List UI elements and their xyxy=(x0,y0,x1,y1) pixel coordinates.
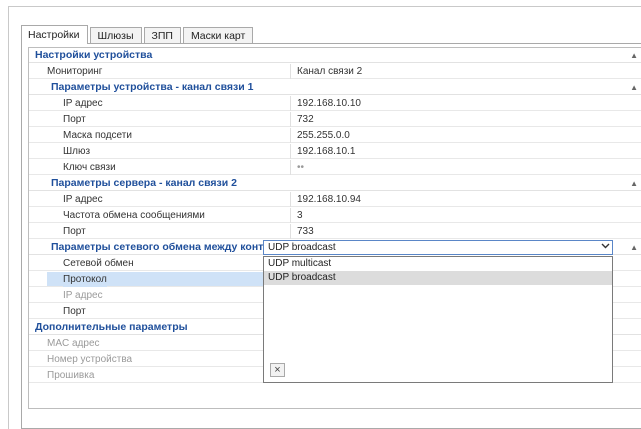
property-value[interactable]: 192.168.10.1 xyxy=(290,144,641,159)
tab-gateways[interactable]: Шлюзы xyxy=(89,27,142,44)
category-title: Параметры устройства - канал связи 1 xyxy=(51,81,254,93)
property-subnet-mask[interactable]: Маска подсети 255.255.0.0 xyxy=(29,128,641,143)
property-name: Протокол xyxy=(63,272,107,287)
property-ip[interactable]: IP адрес 192.168.10.10 xyxy=(29,96,641,111)
collapse-icon[interactable]: ▲ xyxy=(630,48,638,63)
property-name: Порт xyxy=(63,306,86,317)
property-exchange-frequency[interactable]: Частота обмена сообщениями 3 xyxy=(29,208,641,223)
property-name: Шлюз xyxy=(63,146,91,157)
property-value[interactable]: 732 xyxy=(290,112,641,127)
property-value[interactable]: 192.168.10.94 xyxy=(290,192,641,207)
category-device-settings[interactable]: Настройки устройства ▲ xyxy=(29,48,641,63)
category-title: Параметры сервера - канал связи 2 xyxy=(51,177,237,189)
property-name: MAC адрес xyxy=(47,338,100,349)
property-name: Ключ связи xyxy=(63,162,116,173)
protocol-dropdown-list: UDP multicast UDP broadcast × xyxy=(263,256,613,383)
property-value[interactable]: •• xyxy=(290,160,641,175)
dropdown-option-udp-multicast[interactable]: UDP multicast xyxy=(264,257,612,271)
tab-settings[interactable]: Настройки xyxy=(21,25,88,44)
dropdown-option-udp-broadcast[interactable]: UDP broadcast xyxy=(264,271,612,285)
property-port[interactable]: Порт 732 xyxy=(29,112,641,127)
property-server-ip[interactable]: IP адрес 192.168.10.94 xyxy=(29,192,641,207)
property-name: IP адрес xyxy=(63,290,103,301)
collapse-icon[interactable]: ▲ xyxy=(630,80,638,95)
collapse-icon[interactable]: ▲ xyxy=(630,176,638,191)
combobox-value: UDP broadcast xyxy=(268,242,336,253)
protocol-combobox[interactable]: UDP broadcast xyxy=(263,240,613,255)
close-icon[interactable]: × xyxy=(270,363,285,377)
property-name: IP адрес xyxy=(63,194,103,205)
tab-zpp[interactable]: ЗПП xyxy=(143,27,181,44)
property-value[interactable]: 192.168.10.10 xyxy=(290,96,641,111)
property-link-key[interactable]: Ключ связи •• xyxy=(29,160,641,175)
property-value[interactable]: 255.255.0.0 xyxy=(290,128,641,143)
property-value[interactable]: Канал связи 2 xyxy=(290,64,641,79)
property-value[interactable]: 3 xyxy=(290,208,641,223)
property-gateway[interactable]: Шлюз 192.168.10.1 xyxy=(29,144,641,159)
property-name: Маска подсети xyxy=(63,130,132,141)
category-title: Настройки устройства xyxy=(35,49,153,61)
tab-bar: Настройки Шлюзы ЗПП Маски карт xyxy=(21,25,255,44)
property-name: IP адрес xyxy=(63,98,103,109)
property-name: Сетевой обмен xyxy=(63,258,134,269)
property-monitoring[interactable]: Мониторинг Канал связи 2 xyxy=(29,64,641,79)
property-name: Порт xyxy=(63,226,86,237)
category-title: Дополнительные параметры xyxy=(35,321,188,333)
property-name: Частота обмена сообщениями xyxy=(63,210,205,221)
tab-card-masks[interactable]: Маски карт xyxy=(182,27,254,44)
property-name: Номер устройства xyxy=(47,354,133,365)
property-server-port[interactable]: Порт 733 xyxy=(29,224,641,239)
property-name: Порт xyxy=(63,114,86,125)
collapse-icon[interactable]: ▲ xyxy=(630,240,638,255)
category-device-params[interactable]: Параметры устройства - канал связи 1 ▲ xyxy=(29,80,641,95)
category-server-params[interactable]: Параметры сервера - канал связи 2 ▲ xyxy=(29,176,641,191)
chevron-down-icon[interactable] xyxy=(598,241,612,254)
property-name: Мониторинг xyxy=(47,66,103,77)
property-name: Прошивка xyxy=(47,370,95,381)
property-value[interactable]: 733 xyxy=(290,224,641,239)
